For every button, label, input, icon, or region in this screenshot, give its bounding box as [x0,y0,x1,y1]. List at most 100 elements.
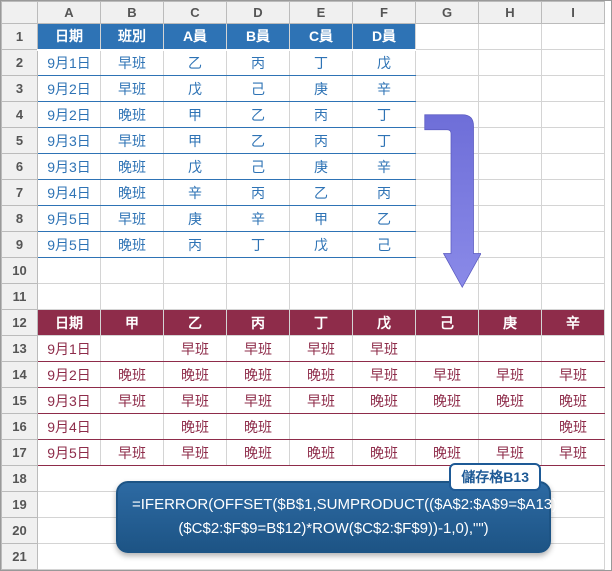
table-cell[interactable] [353,414,416,440]
cell[interactable] [416,102,479,128]
col-header-C[interactable]: C [164,2,227,24]
table-cell[interactable]: 丙 [227,180,290,206]
table-cell[interactable]: 9月2日 [38,102,101,128]
table-cell[interactable]: 甲 [164,102,227,128]
table-cell[interactable]: 早班 [290,336,353,362]
row-header-14[interactable]: 14 [2,362,38,388]
row-header-4[interactable]: 4 [2,102,38,128]
row-header-2[interactable]: 2 [2,50,38,76]
col-header-D[interactable]: D [227,2,290,24]
table-cell[interactable]: 9月3日 [38,128,101,154]
table-cell[interactable] [479,336,542,362]
table-cell[interactable]: 辛 [164,180,227,206]
cell[interactable] [416,232,479,258]
table-cell[interactable]: 晚班 [416,440,479,466]
col-header-H[interactable]: H [479,2,542,24]
table-cell[interactable]: 丁 [290,50,353,76]
table-cell[interactable]: 9月3日 [38,154,101,180]
table-cell[interactable]: 早班 [101,388,164,414]
cell[interactable] [38,284,101,310]
table-cell[interactable]: 甲 [164,128,227,154]
table-cell[interactable]: 庚 [290,76,353,102]
t2-hdr-date[interactable]: 日期 [38,310,101,336]
cell[interactable] [479,284,542,310]
select-all-corner[interactable] [2,2,38,24]
table-cell[interactable]: 丙 [353,180,416,206]
table-cell[interactable]: 晚班 [227,362,290,388]
table-cell[interactable] [542,336,605,362]
cell[interactable] [38,258,101,284]
t2-hdr-4[interactable]: 丁 [290,310,353,336]
table-cell[interactable]: 庚 [290,154,353,180]
table-cell[interactable]: 乙 [164,50,227,76]
cell[interactable] [164,258,227,284]
cell[interactable] [416,258,479,284]
table-cell[interactable]: 早班 [101,128,164,154]
table-cell[interactable]: 庚 [164,206,227,232]
cell[interactable] [290,258,353,284]
table-cell[interactable]: 早班 [353,336,416,362]
table-cell[interactable] [416,414,479,440]
table-cell[interactable] [416,336,479,362]
table-cell[interactable]: 早班 [290,388,353,414]
t2-hdr-1[interactable]: 甲 [101,310,164,336]
cell[interactable] [479,24,542,50]
cell[interactable] [416,284,479,310]
row-header-20[interactable]: 20 [2,518,38,544]
cell[interactable] [101,258,164,284]
col-header-B[interactable]: B [101,2,164,24]
table-cell[interactable]: 9月2日 [38,76,101,102]
cell[interactable] [479,76,542,102]
row-header-6[interactable]: 6 [2,154,38,180]
cell[interactable] [416,128,479,154]
cell[interactable] [353,284,416,310]
col-header-A[interactable]: A [38,2,101,24]
cell[interactable] [416,154,479,180]
cell[interactable] [416,180,479,206]
t1-hdr-b[interactable]: B員 [227,24,290,50]
table-cell[interactable]: 晚班 [101,102,164,128]
t1-hdr-d[interactable]: D員 [353,24,416,50]
table-cell[interactable]: 晚班 [227,440,290,466]
table-cell[interactable] [290,414,353,440]
table-cell[interactable]: 早班 [416,362,479,388]
table-cell[interactable]: 戊 [353,50,416,76]
table-cell[interactable]: 9月5日 [38,232,101,258]
cell[interactable] [542,232,605,258]
table-cell[interactable]: 辛 [353,154,416,180]
cell[interactable] [542,102,605,128]
table-cell[interactable]: 早班 [542,362,605,388]
table-cell[interactable]: 晚班 [227,414,290,440]
table-cell[interactable]: 晚班 [542,414,605,440]
table-cell[interactable]: 丙 [290,128,353,154]
cell[interactable] [542,258,605,284]
table-cell[interactable]: 戊 [290,232,353,258]
cell[interactable] [416,76,479,102]
table-cell[interactable]: 乙 [227,128,290,154]
cell[interactable] [479,50,542,76]
table-cell[interactable]: 早班 [164,440,227,466]
cell[interactable] [542,76,605,102]
table-cell[interactable]: 9月1日 [38,336,101,362]
table-cell[interactable]: 早班 [479,362,542,388]
col-header-F[interactable]: F [353,2,416,24]
table-cell[interactable]: 己 [227,76,290,102]
cell[interactable] [542,24,605,50]
table-cell[interactable]: 晚班 [542,388,605,414]
table-cell[interactable]: 早班 [227,388,290,414]
row-header-17[interactable]: 17 [2,440,38,466]
table-cell[interactable]: 早班 [542,440,605,466]
cell[interactable] [164,284,227,310]
cell[interactable] [101,284,164,310]
t1-hdr-c[interactable]: C員 [290,24,353,50]
table-cell[interactable]: 己 [227,154,290,180]
row-header-8[interactable]: 8 [2,206,38,232]
table-cell[interactable]: 晚班 [290,362,353,388]
table-cell[interactable] [479,414,542,440]
table-cell[interactable]: 丙 [227,50,290,76]
table-cell[interactable]: 早班 [164,336,227,362]
cell[interactable] [479,128,542,154]
row-header-16[interactable]: 16 [2,414,38,440]
table-cell[interactable]: 晚班 [164,414,227,440]
table-cell[interactable]: 早班 [101,76,164,102]
